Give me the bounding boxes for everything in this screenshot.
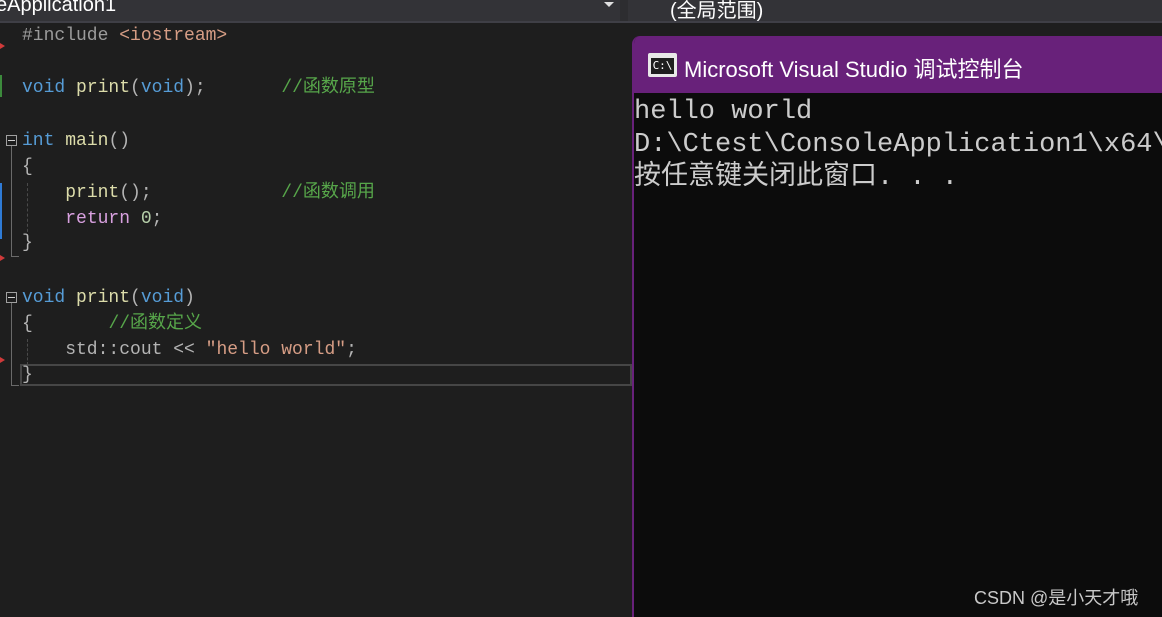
code-line[interactable]: void print(void); //函数原型 — [22, 75, 375, 101]
fold-line — [11, 146, 12, 256]
code-token: ( — [130, 288, 141, 308]
code-token: (); — [119, 183, 152, 203]
breakpoint-marker-icon — [0, 43, 5, 49]
current-line-highlight — [20, 364, 632, 386]
code-token: //函数调用 — [281, 183, 375, 203]
code-line[interactable]: } — [22, 362, 33, 388]
code-line[interactable]: print(); //函数调用 — [22, 180, 375, 206]
code-token: 0 — [140, 209, 152, 229]
code-token: <iostream> — [119, 26, 228, 46]
code-line[interactable]: { //函数定义 — [22, 311, 202, 337]
collapse-print-icon[interactable] — [6, 292, 17, 303]
code-token: { — [22, 314, 33, 334]
console-title: Microsoft Visual Studio 调试控制台 — [684, 57, 1024, 82]
code-token: { — [22, 157, 33, 177]
code-token: ) — [184, 288, 195, 308]
debug-console-window[interactable]: C:\ Microsoft Visual Studio 调试控制台 hello … — [632, 36, 1162, 617]
code-token: void — [22, 288, 66, 308]
code-token: #include — [22, 26, 120, 46]
code-token: void — [140, 78, 185, 98]
code-token: main — [65, 131, 109, 151]
code-token: } — [22, 233, 33, 253]
breakpoint-marker-icon — [0, 357, 5, 363]
code-token: () — [108, 131, 131, 151]
console-output-line: hello world — [634, 97, 813, 127]
code-token: } — [22, 365, 33, 385]
console-output-line: 按任意键关闭此窗口. . . — [634, 163, 959, 193]
function-scope-label: (全局范围) — [670, 0, 764, 22]
watermark: CSDN @是小天才哦 — [974, 588, 1139, 608]
saved-change-bar — [0, 75, 2, 97]
code-token: return — [65, 209, 131, 229]
code-token: std::cout << — [22, 340, 206, 360]
code-line[interactable]: return 0; — [22, 206, 162, 232]
change-bar — [0, 183, 2, 239]
code-token: int — [22, 131, 55, 151]
project-scope-label: eApplication1 — [0, 0, 117, 16]
code-line[interactable]: int main() — [22, 128, 130, 154]
code-token: print — [76, 288, 131, 308]
function-scope-dropdown[interactable]: (全局范围) — [628, 0, 1162, 22]
code-token: //函数原型 — [281, 78, 375, 98]
code-token: void — [140, 288, 185, 308]
breakpoint-marker-icon — [0, 255, 5, 261]
code-token: ; — [151, 209, 163, 229]
fold-end — [11, 256, 19, 257]
code-token: print — [65, 183, 120, 203]
fold-line — [11, 303, 12, 385]
collapse-main-icon[interactable] — [6, 135, 17, 146]
code-token: void — [22, 78, 66, 98]
code-line[interactable]: } — [22, 230, 33, 256]
code-token: ( — [130, 78, 141, 98]
fold-end — [11, 385, 19, 386]
code-line[interactable]: std::cout << "hello world"; — [22, 337, 357, 363]
code-line[interactable]: void print(void) — [22, 285, 195, 311]
console-output-line: D:\Ctest\ConsoleApplication1\x64\ — [634, 130, 1162, 160]
code-editor[interactable]: #include <iostream> void print(void); //… — [0, 23, 632, 617]
project-scope-dropdown[interactable]: eApplication1 — [0, 0, 620, 21]
navigation-bar: eApplication1 (全局范围) — [0, 0, 1162, 23]
code-line[interactable]: { — [22, 154, 33, 180]
code-token: //函数定义 — [108, 314, 203, 334]
chevron-down-icon[interactable] — [604, 2, 614, 7]
code-token: "hello world" — [205, 340, 347, 360]
code-token: print — [76, 78, 131, 98]
console-app-icon: C:\ — [648, 53, 677, 77]
code-token: ); — [184, 78, 206, 98]
code-line[interactable]: #include <iostream> — [22, 23, 227, 49]
code-token: ; — [346, 340, 357, 360]
console-title-bar[interactable]: C:\ Microsoft Visual Studio 调试控制台 — [634, 36, 1162, 93]
